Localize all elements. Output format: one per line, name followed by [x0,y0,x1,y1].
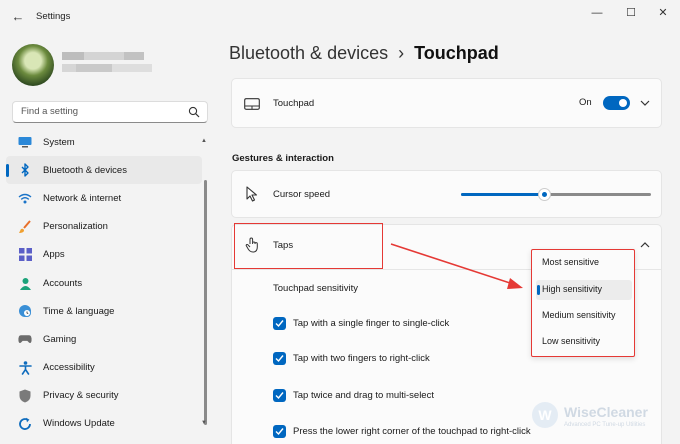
wisecleaner-logo-icon: W [532,402,558,428]
sidebar-item-bluetooth[interactable]: Bluetooth & devices [6,156,202,185]
sidebar-item-label: Time & language [43,305,115,317]
bluetooth-icon [18,163,32,177]
sidebar-item-accessibility[interactable]: Accessibility [6,354,202,382]
sidebar-item-personalization[interactable]: Personalization [6,213,202,241]
search-box[interactable] [12,101,208,123]
annotation-arrow [390,243,523,289]
sidebar-item-windows-update[interactable]: Windows Update [6,410,202,438]
sidebar-item-label: Gaming [43,333,77,345]
chevron-up-icon[interactable] [640,242,650,248]
touchpad-state-label: On [579,97,592,108]
sensitivity-dropdown[interactable]: Most sensitive High sensitivity Medium s… [531,249,635,357]
sidebar-item-accounts[interactable]: Accounts [6,269,202,297]
dropdown-option-low[interactable]: Low sensitivity [542,336,600,346]
checkmark-icon [275,320,284,328]
sidebar-item-label: Network & internet [43,192,122,204]
chevron-down-icon[interactable] [640,100,650,106]
sidebar-item-label: Accounts [43,277,83,289]
scroll-down-arrow[interactable]: ▼ [201,420,207,426]
touchpad-card[interactable]: Touchpad [231,78,662,128]
sidebar-item-label: Accessibility [43,362,95,374]
single-finger-tap-checkbox[interactable] [273,317,286,330]
dropdown-option-most[interactable]: Most sensitive [542,257,599,267]
gamepad-icon [18,332,32,346]
watermark-name: WiseCleaner [564,404,648,420]
breadcrumb-separator: › [398,43,405,63]
cursor-speed-slider[interactable] [461,188,651,201]
checkmark-icon [275,428,284,436]
tap-twice-drag-checkbox[interactable] [273,389,286,402]
minimize-button[interactable]: — [586,6,608,20]
touchpad-icon [244,98,260,110]
wifi-icon [18,191,32,205]
cursor-icon [246,186,258,202]
sidebar-item-label: Privacy & security [43,390,119,402]
sidebar-scrollbar[interactable] [204,180,207,425]
touchpad-sensitivity-label: Touchpad sensitivity [273,283,359,294]
cursor-speed-slider-fill [461,193,545,196]
checkmark-icon [275,392,284,400]
watermark-tagline: Advanced PC Tune-up Utilities [564,422,646,428]
accessibility-icon [18,360,32,375]
touchpad-label: Touchpad [273,98,315,109]
two-finger-tap-checkbox[interactable] [273,352,286,365]
lower-right-corner-checkbox[interactable] [273,425,286,438]
dropdown-option-medium[interactable]: Medium sensitivity [542,310,616,320]
apps-icon [18,248,32,262]
single-finger-tap-label: Tap with a single finger to single-click [293,318,450,329]
search-icon [188,106,200,118]
sidebar-item-network[interactable]: Network & internet [6,184,202,212]
tap-twice-drag-label: Tap twice and drag to multi-select [293,390,434,401]
person-icon [18,276,32,290]
sidebar-item-label: Personalization [43,221,108,233]
sidebar-item-label: Windows Update [43,418,115,430]
monitor-icon [18,135,32,149]
checkmark-icon [275,355,284,363]
sidebar-nav: System Bluetooth & devices Network & int… [6,128,202,438]
back-button[interactable]: ← [10,9,26,25]
title-bar: ← Settings — ☐ ✕ [0,0,680,34]
dropdown-option-high[interactable]: High sensitivity [542,284,602,294]
cursor-speed-slider-thumb[interactable] [538,188,552,201]
touchpad-toggle[interactable] [603,96,630,110]
sidebar-item-apps[interactable]: Apps [6,241,202,269]
sidebar-item-label: Bluetooth & devices [43,164,127,176]
update-icon [18,417,32,431]
cursor-speed-label: Cursor speed [273,189,331,200]
scroll-up-arrow[interactable]: ▲ [201,138,207,144]
sidebar-item-time-language[interactable]: Time & language [6,297,202,325]
avatar[interactable] [12,44,54,86]
section-title: Gestures & interaction [232,153,334,164]
sidebar-item-label: Apps [43,249,65,261]
sidebar-item-privacy[interactable]: Privacy & security [6,382,202,410]
maximize-button[interactable]: ☐ [620,6,642,20]
sidebar-item-label: System [43,136,75,148]
brush-icon [18,220,32,234]
page-title: Touchpad [414,43,499,63]
breadcrumb-parent[interactable]: Bluetooth & devices [229,43,388,63]
close-button[interactable]: ✕ [652,6,674,20]
search-input[interactable] [21,106,181,117]
shield-icon [18,389,32,403]
two-finger-tap-label: Tap with two fingers to right-click [293,353,430,364]
lower-right-corner-label: Press the lower right corner of the touc… [293,426,531,437]
highlight-box [234,223,383,269]
svg-text:W: W [538,407,552,423]
sidebar-item-gaming[interactable]: Gaming [6,325,202,353]
globe-clock-icon [18,304,32,318]
breadcrumb: Bluetooth & devices › Touchpad [229,43,499,64]
window-title: Settings [36,11,71,22]
sidebar-item-system[interactable]: System [6,128,202,156]
